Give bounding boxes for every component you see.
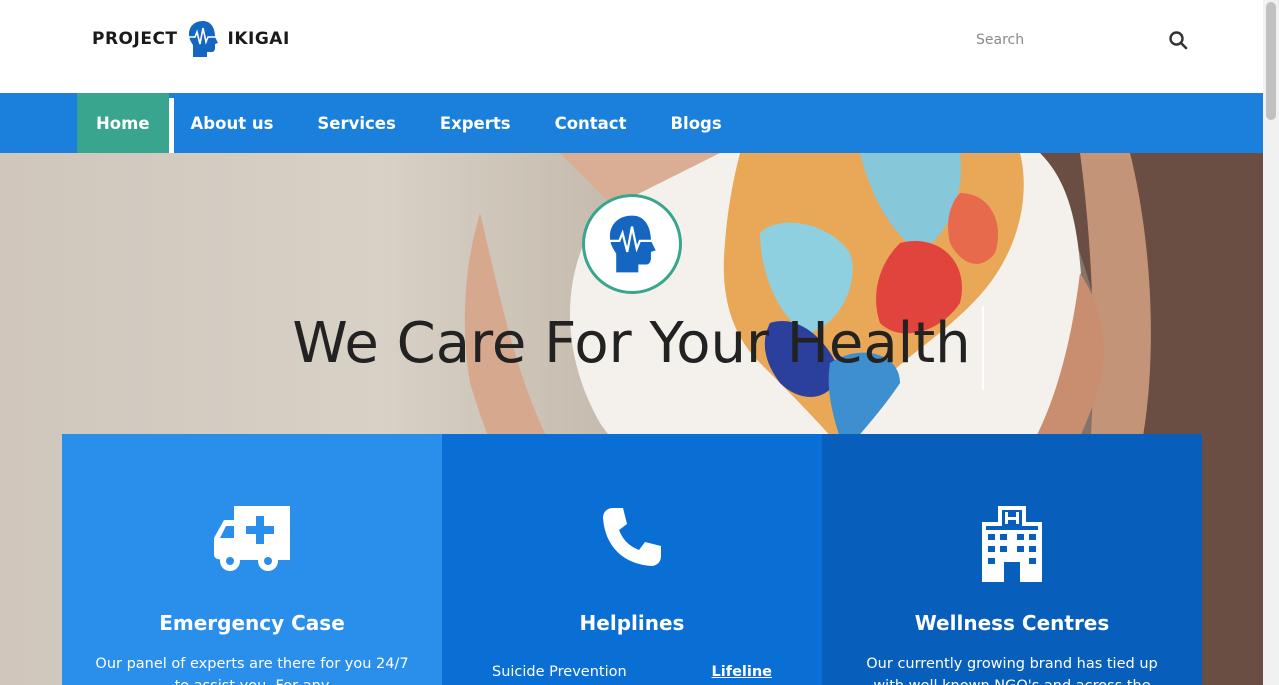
head-heartbeat-icon bbox=[606, 215, 658, 273]
card-emergency-case: Emergency Case Our panel of experts are … bbox=[62, 434, 442, 685]
head-heartbeat-icon bbox=[186, 21, 219, 57]
site-header: PROJECT IKIGAI bbox=[0, 0, 1263, 93]
hospital-icon bbox=[982, 506, 1042, 582]
card-helplines: Helplines Suicide Prevention Lifeline bbox=[442, 434, 822, 685]
hero-logo-badge bbox=[582, 194, 682, 294]
nav-item-services[interactable]: Services bbox=[295, 93, 417, 153]
card-icon-wrap bbox=[442, 506, 822, 582]
logo-text-right: IKIGAI bbox=[227, 29, 290, 49]
helpline-label: Suicide Prevention bbox=[492, 664, 627, 680]
logo-text-left: PROJECT bbox=[92, 29, 178, 49]
nav-list: Home About us Services Experts Contact B… bbox=[77, 93, 744, 153]
search-input[interactable] bbox=[976, 24, 1156, 56]
card-icon-wrap bbox=[822, 506, 1202, 582]
nav-item-about-us[interactable]: About us bbox=[169, 93, 296, 153]
card-wellness-centres: Wellness Centres Our currently growing b… bbox=[822, 434, 1202, 685]
card-text: Our panel of experts are there for you 2… bbox=[95, 656, 409, 685]
search-box bbox=[976, 24, 1196, 56]
page-scrollbar[interactable] bbox=[1263, 0, 1279, 685]
card-text: Our currently growing brand has tied up … bbox=[866, 656, 1158, 685]
nav-item-home[interactable]: Home bbox=[77, 93, 169, 153]
nav-item-contact[interactable]: Contact bbox=[533, 93, 649, 153]
text-cursor bbox=[982, 306, 984, 390]
phone-icon bbox=[603, 508, 661, 566]
hero-title: We Care For Your Health bbox=[292, 311, 971, 376]
helpline-row: Suicide Prevention Lifeline bbox=[492, 664, 772, 680]
card-title: Helplines bbox=[579, 611, 685, 635]
scrollbar-thumb[interactable] bbox=[1266, 2, 1276, 120]
site-logo[interactable]: PROJECT IKIGAI bbox=[92, 20, 290, 58]
nav-item-blogs[interactable]: Blogs bbox=[648, 93, 743, 153]
card-icon-wrap bbox=[62, 506, 442, 582]
helpline-link[interactable]: Lifeline bbox=[712, 664, 772, 680]
main-nav: Home About us Services Experts Contact B… bbox=[0, 93, 1263, 153]
card-title: Wellness Centres bbox=[914, 611, 1110, 635]
nav-item-experts[interactable]: Experts bbox=[418, 93, 533, 153]
card-title: Emergency Case bbox=[159, 611, 345, 635]
feature-cards: Emergency Case Our panel of experts are … bbox=[62, 434, 1202, 685]
ambulance-icon bbox=[214, 506, 290, 571]
search-icon[interactable] bbox=[1168, 30, 1188, 50]
